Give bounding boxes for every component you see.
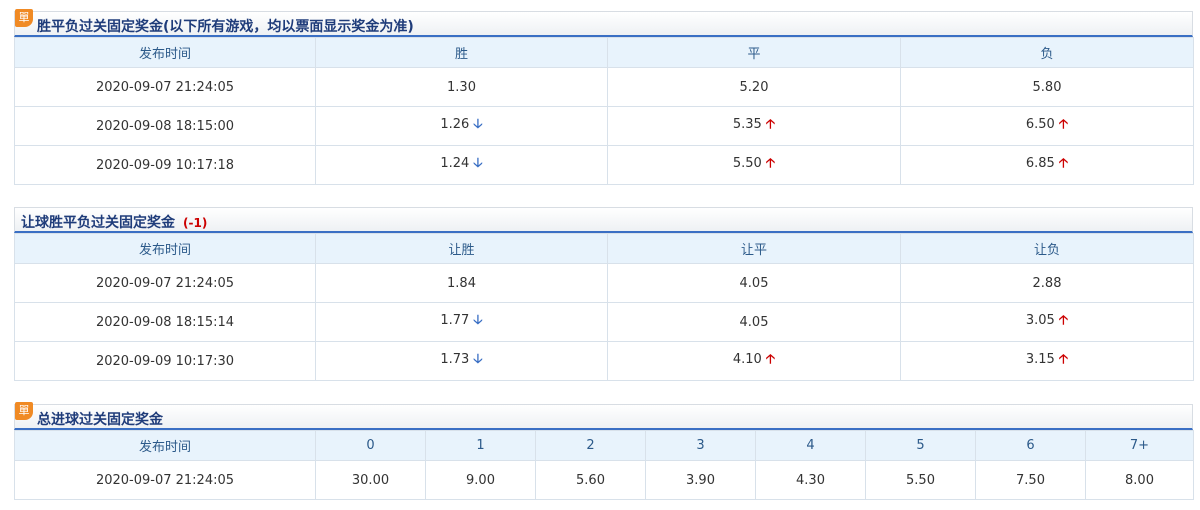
section-handicap: 让球胜平负过关固定奖金 (-1) 发布时间 让胜 让平 让负 2020-09-07… [14, 207, 1194, 381]
odds-table: 发布时间 胜 平 负 2020-09-07 21:24:05 1.30 5.20… [14, 37, 1194, 185]
col-header-handicap-lose: 让负 [900, 233, 1194, 264]
col-header-goals-1: 1 [425, 430, 536, 461]
odds-cell: 9.00 [425, 460, 536, 500]
col-header-goals-3: 3 [645, 430, 756, 461]
odds-cell: 1.24 🡣 [315, 145, 608, 185]
col-header-lose: 负 [900, 37, 1194, 68]
arrow-up-icon: 🡡 [765, 352, 776, 367]
time-cell: 2020-09-07 21:24:05 [14, 460, 316, 500]
odds-cell: 8.00 [1085, 460, 1194, 500]
arrow-up-icon: 🡡 [765, 156, 776, 171]
time-cell: 2020-09-07 21:24:05 [14, 263, 316, 303]
col-header-goals-2: 2 [535, 430, 646, 461]
odds-cell: 7.50 [975, 460, 1086, 500]
odds-table: 发布时间 让胜 让平 让负 2020-09-07 21:24:05 1.84 4… [14, 233, 1194, 381]
time-cell: 2020-09-08 18:15:00 [14, 106, 316, 146]
single-badge-icon: 單 [15, 402, 33, 420]
odds-cell: 6.85 🡡 [900, 145, 1194, 185]
odds-table: 发布时间 0 1 2 3 4 5 6 7+ 2020-09-07 21:24:0… [14, 430, 1194, 500]
odds-cell: 5.80 [900, 67, 1194, 107]
single-badge-icon: 單 [15, 9, 33, 27]
section-title: 总进球过关固定奖金 [37, 412, 163, 428]
odds-cell: 4.05 [607, 263, 901, 303]
table-row: 2020-09-09 10:17:30 1.73 🡣 4.10 🡡 3.15 🡡 [14, 341, 1194, 381]
arrow-down-icon: 🡣 [473, 352, 483, 367]
table-row: 2020-09-08 18:15:14 1.77 🡣 4.05 3.05 🡡 [14, 302, 1194, 342]
odds-cell: 2.88 [900, 263, 1194, 303]
odds-cell: 5.60 [535, 460, 646, 500]
odds-cell: 1.73 🡣 [315, 341, 608, 381]
time-cell: 2020-09-08 18:15:14 [14, 302, 316, 342]
section-total-goals: 單 总进球过关固定奖金 发布时间 0 1 2 3 4 5 6 7+ 2020-0… [14, 402, 1194, 500]
odds-cell: 1.84 [315, 263, 608, 303]
col-header-goals-5: 5 [865, 430, 976, 461]
arrow-up-icon: 🡡 [1058, 117, 1069, 132]
odds-cell: 5.50 🡡 [607, 145, 901, 185]
arrow-up-icon: 🡡 [1058, 156, 1069, 171]
odds-cell: 1.30 [315, 67, 608, 107]
arrow-down-icon: 🡣 [473, 313, 483, 328]
arrow-up-icon: 🡡 [765, 117, 776, 132]
arrow-down-icon: 🡣 [473, 156, 483, 171]
odds-cell: 6.50 🡡 [900, 106, 1194, 146]
col-header-win: 胜 [315, 37, 608, 68]
odds-cell: 30.00 [315, 460, 426, 500]
odds-cell: 4.05 [607, 302, 901, 342]
arrow-up-icon: 🡡 [1058, 313, 1069, 328]
section-win-draw-lose: 單 胜平负过关固定奖金(以下所有游戏，均以票面显示奖金为准) 发布时间 胜 平 … [14, 9, 1194, 185]
odds-cell: 3.90 [645, 460, 756, 500]
col-header-draw: 平 [607, 37, 901, 68]
table-row: 2020-09-08 18:15:00 1.26 🡣 5.35 🡡 6.50 🡡 [14, 106, 1194, 146]
col-header-time: 发布时间 [14, 233, 316, 264]
odds-cell: 3.15 🡡 [900, 341, 1194, 381]
odds-cell: 5.35 🡡 [607, 106, 901, 146]
section-header: 让球胜平负过关固定奖金 (-1) [14, 207, 1193, 233]
odds-cell: 5.20 [607, 67, 901, 107]
table-row: 2020-09-07 21:24:05 1.30 5.20 5.80 [14, 67, 1194, 107]
col-header-goals-7plus: 7+ [1085, 430, 1194, 461]
section-header: 單 胜平负过关固定奖金(以下所有游戏，均以票面显示奖金为准) [14, 9, 1193, 37]
table-row: 2020-09-09 10:17:18 1.24 🡣 5.50 🡡 6.85 🡡 [14, 145, 1194, 185]
arrow-up-icon: 🡡 [1058, 352, 1069, 367]
odds-cell: 3.05 🡡 [900, 302, 1194, 342]
col-header-goals-6: 6 [975, 430, 1086, 461]
col-header-handicap-win: 让胜 [315, 233, 608, 264]
odds-cell: 4.30 [755, 460, 866, 500]
odds-cell: 1.26 🡣 [315, 106, 608, 146]
col-header-goals-0: 0 [315, 430, 426, 461]
col-header-time: 发布时间 [14, 430, 316, 461]
time-cell: 2020-09-09 10:17:18 [14, 145, 316, 185]
time-cell: 2020-09-07 21:24:05 [14, 67, 316, 107]
handicap-value: (-1) [183, 216, 208, 230]
odds-cell: 5.50 [865, 460, 976, 500]
odds-cell: 4.10 🡡 [607, 341, 901, 381]
section-title: 胜平负过关固定奖金(以下所有游戏，均以票面显示奖金为准) [37, 19, 414, 35]
table-row: 2020-09-07 21:24:05 30.00 9.00 5.60 3.90… [14, 460, 1194, 500]
col-header-goals-4: 4 [755, 430, 866, 461]
col-header-time: 发布时间 [14, 37, 316, 68]
section-title: 让球胜平负过关固定奖金 (-1) [21, 215, 208, 231]
odds-cell: 1.77 🡣 [315, 302, 608, 342]
arrow-down-icon: 🡣 [473, 117, 483, 132]
time-cell: 2020-09-09 10:17:30 [14, 341, 316, 381]
col-header-handicap-draw: 让平 [607, 233, 901, 264]
section-header: 單 总进球过关固定奖金 [14, 402, 1193, 430]
table-row: 2020-09-07 21:24:05 1.84 4.05 2.88 [14, 263, 1194, 303]
